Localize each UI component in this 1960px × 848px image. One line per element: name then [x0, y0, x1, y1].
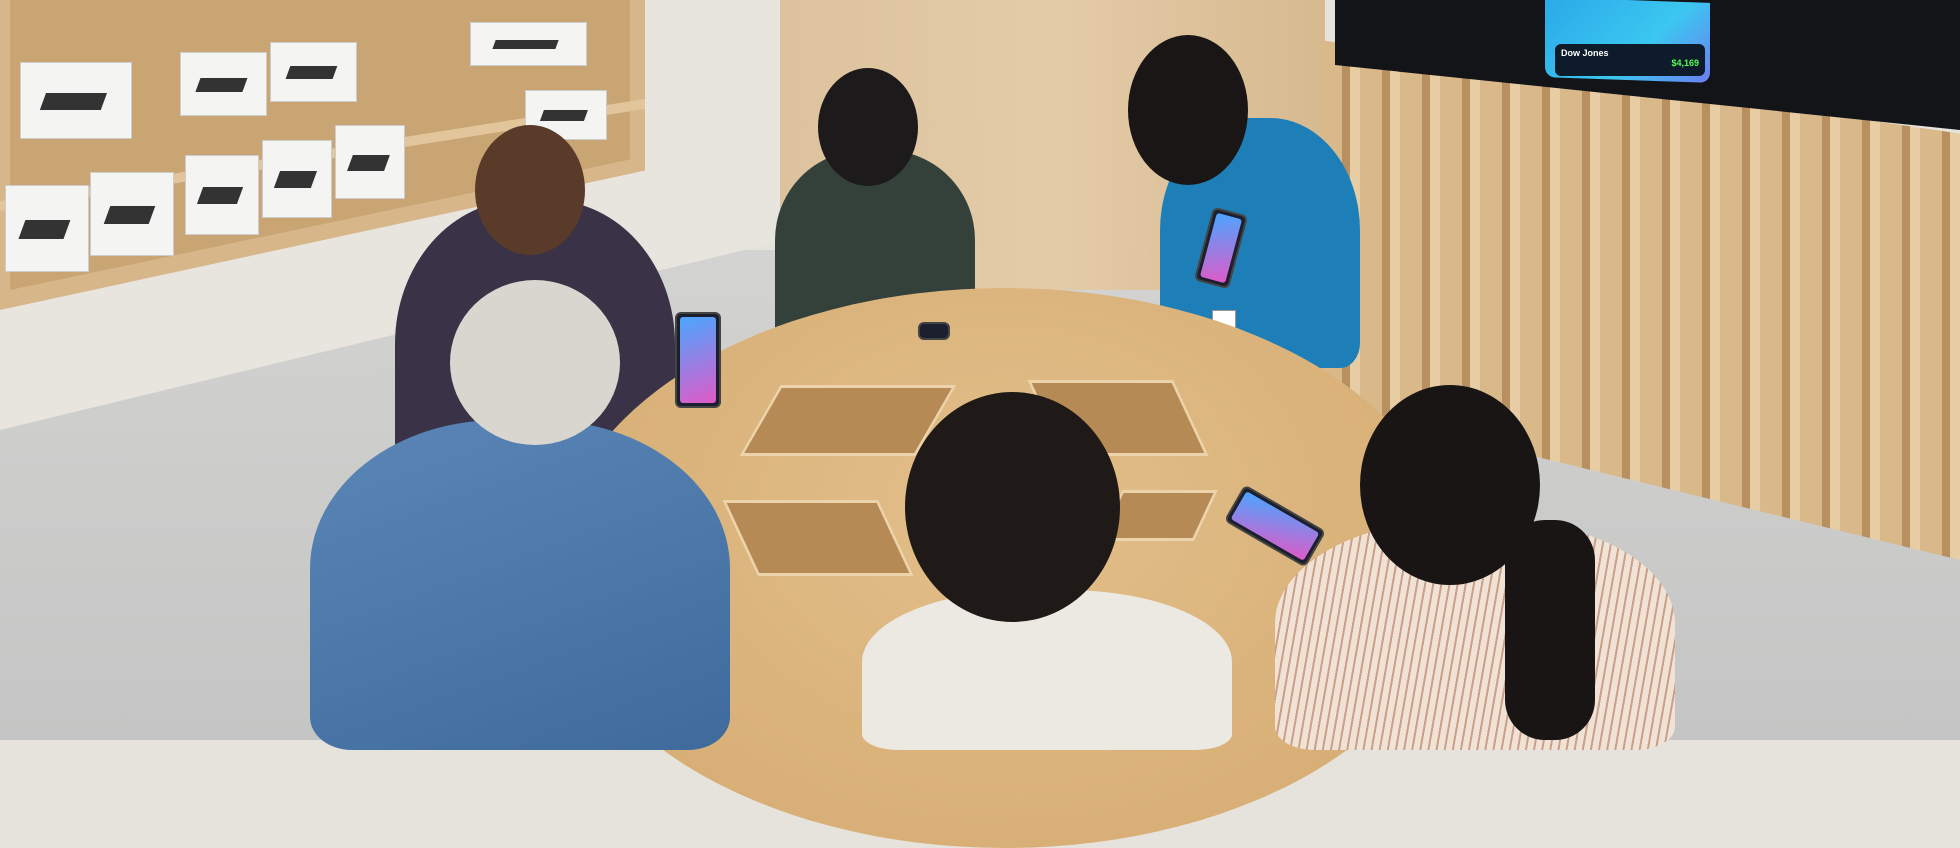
person-head: [818, 68, 918, 186]
product-box: [470, 22, 587, 66]
ponytail: [1505, 520, 1595, 740]
person-denim-jacket: [310, 420, 730, 750]
stocks-widget: Dow Jones $4,169: [1555, 44, 1705, 76]
person-head: [905, 392, 1120, 622]
product-box: [185, 155, 259, 235]
person-head: [475, 125, 585, 255]
product-box: [20, 62, 132, 139]
product-box: [90, 172, 174, 256]
product-box: [262, 140, 332, 218]
iphone: [675, 312, 721, 408]
product-box: [335, 125, 405, 199]
iphone: [918, 322, 950, 340]
product-box: [180, 52, 267, 116]
person-head: [1128, 35, 1248, 185]
product-box: [5, 185, 89, 272]
person-head-white-hair: [450, 280, 620, 445]
product-box: [270, 42, 357, 102]
widget-title: Dow Jones: [1561, 48, 1609, 58]
widget-value: $4,169: [1671, 58, 1699, 68]
